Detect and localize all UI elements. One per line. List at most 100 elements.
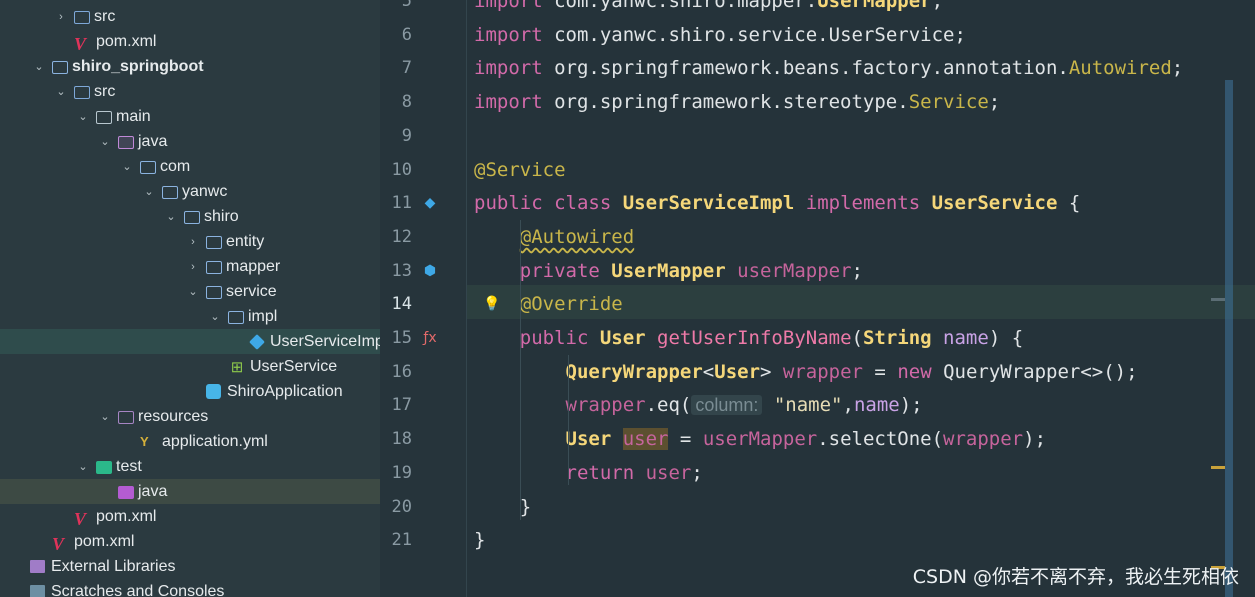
tree-item[interactable]: › entity: [0, 229, 380, 254]
chevron-down-icon[interactable]: ⌄: [54, 85, 68, 99]
tree-item-label: UserServiceImpl: [270, 332, 380, 350]
code-token: org.springframework.beans.factory.annota…: [554, 57, 1069, 80]
tree-item[interactable]: ⌄ test: [0, 454, 380, 479]
code-line[interactable]: public class UserServiceImpl implements …: [474, 186, 1080, 220]
code-token: userMapper: [737, 259, 852, 282]
chevron-down-icon[interactable]: ⌄: [208, 310, 222, 324]
editor-gutter[interactable]: 5 6 7 8 9 10 11 ◆ 12 13 ⬢ 14 15 ƒx 16 17 18 19 20 21: [380, 0, 467, 597]
tree-item-label: Scratches and Consoles: [51, 582, 225, 597]
interface-icon: ⊞: [230, 358, 244, 376]
code-token: implements: [805, 192, 932, 215]
tree-item[interactable]: java: [0, 479, 380, 504]
chevron-down-icon[interactable]: ⌄: [76, 460, 90, 474]
chevron-down-icon[interactable]: ⌄: [164, 210, 178, 224]
implementation-icon[interactable]: ◆: [420, 193, 440, 213]
tree-item-label: java: [138, 132, 168, 150]
code-token: =: [668, 428, 703, 451]
line-number: 19: [391, 462, 412, 483]
code-line[interactable]: User user = userMapper.selectOne(wrapper…: [474, 422, 1046, 456]
line-number: 20: [391, 496, 412, 517]
chevron-right-icon[interactable]: ›: [186, 235, 200, 249]
tree-item[interactable]: ⌄ shiro: [0, 204, 380, 229]
code-editor[interactable]: 5 6 7 8 9 10 11 ◆ 12 13 ⬢ 14 15 ƒx 16 17 18 19 20 21 import…: [380, 0, 1255, 597]
tree-item-label: shiro: [204, 207, 239, 225]
tree-item-label: impl: [248, 307, 278, 325]
parameter-hint: column:: [691, 395, 763, 416]
code-line[interactable]: import com.yanwc.shiro.mapper.UserMapper…: [474, 0, 943, 18]
editor-scrollbar[interactable]: [1225, 80, 1233, 597]
line-number: 15: [391, 328, 412, 348]
code-line[interactable]: import com.yanwc.shiro.service.UserServi…: [474, 18, 966, 52]
line-number: 14: [391, 294, 412, 315]
chevron-down-icon[interactable]: ⌄: [76, 110, 90, 124]
folder-icon: [96, 111, 112, 124]
tree-item[interactable]: External Libraries: [0, 554, 380, 579]
tree-item[interactable]: UserServiceImpl: [0, 329, 380, 354]
tree-item[interactable]: › mapper: [0, 254, 380, 279]
code-token: new: [897, 360, 944, 383]
line-number: 5: [401, 0, 412, 11]
code-token: public class: [474, 192, 623, 215]
autowired-bean-icon[interactable]: ⬢: [420, 261, 440, 281]
override-method-icon[interactable]: ƒx: [420, 328, 440, 348]
tree-item[interactable]: Vpom.xml: [0, 529, 380, 554]
code-line[interactable]: wrapper.eq(column: "name",name);: [474, 388, 923, 422]
chevron-right-icon[interactable]: ›: [54, 10, 68, 24]
code-token: {: [1068, 192, 1081, 215]
tree-item[interactable]: ⌄ yanwc: [0, 179, 380, 204]
tree-item-label: java: [138, 482, 168, 500]
code-line[interactable]: public User getUserInfoByName(String nam…: [474, 321, 1023, 355]
tree-item-label: pom.xml: [96, 32, 157, 50]
tree-item[interactable]: Vpom.xml: [0, 29, 380, 54]
code-line[interactable]: QueryWrapper<User> wrapper = new QueryWr…: [474, 355, 1138, 389]
tree-item[interactable]: ShiroApplication: [0, 379, 380, 404]
chevron-down-icon[interactable]: ⌄: [120, 160, 134, 174]
folder-icon: [140, 161, 156, 174]
tree-item[interactable]: ⌄ resources: [0, 404, 380, 429]
code-line[interactable]: }: [474, 490, 531, 524]
tree-item[interactable]: › src: [0, 4, 380, 29]
tree-item[interactable]: ⌄ src: [0, 79, 380, 104]
tree-item[interactable]: Yapplication.yml: [0, 429, 380, 454]
folder-icon: [206, 286, 222, 299]
code-token: wrapper: [943, 428, 1024, 451]
tree-item[interactable]: ⌄ shiro_springboot: [0, 54, 380, 79]
tree-item[interactable]: ⌄ service: [0, 279, 380, 304]
chevron-down-icon[interactable]: ⌄: [98, 410, 112, 424]
code-line[interactable]: import org.springframework.stereotype.Se…: [474, 85, 1000, 119]
folder-icon: [96, 461, 112, 474]
tree-item[interactable]: Scratches and Consoles: [0, 579, 380, 597]
code-line[interactable]: import org.springframework.beans.factory…: [474, 51, 1183, 85]
tree-item-label: src: [94, 82, 116, 100]
code-token: UserMapper: [611, 259, 738, 282]
chevron-down-icon[interactable]: ⌄: [32, 60, 46, 74]
tree-item[interactable]: Vpom.xml: [0, 504, 380, 529]
code-token: user: [622, 428, 669, 451]
code-line[interactable]: return user;: [474, 456, 703, 490]
tree-item[interactable]: ⌄ impl: [0, 304, 380, 329]
tree-item[interactable]: ⌄ com: [0, 154, 380, 179]
code-token: import: [474, 0, 555, 12]
chevron-down-icon[interactable]: ⌄: [142, 185, 156, 199]
code-line[interactable]: @Service: [474, 153, 566, 187]
tree-item[interactable]: ⌄ java: [0, 129, 380, 154]
code-token: String: [862, 327, 944, 349]
code-line[interactable]: }: [474, 523, 485, 557]
lightbulb-icon[interactable]: 💡: [482, 294, 502, 314]
tree-item[interactable]: ⊞ UserService: [0, 354, 380, 379]
chevron-right-icon[interactable]: ›: [186, 260, 200, 274]
chevron-down-icon[interactable]: ⌄: [98, 135, 112, 149]
code-token: QueryWrapper: [565, 360, 703, 383]
line-number: 18: [391, 429, 412, 450]
code-line[interactable]: private UserMapper userMapper;: [474, 254, 863, 288]
code-token: UserService: [931, 192, 1069, 215]
tree-item[interactable]: ⌄ main: [0, 104, 380, 129]
chevron-down-icon[interactable]: ⌄: [186, 285, 200, 299]
code-line[interactable]: @Autowired: [474, 220, 634, 254]
tree-item-label: main: [116, 107, 151, 125]
indent-guide: [520, 220, 521, 520]
